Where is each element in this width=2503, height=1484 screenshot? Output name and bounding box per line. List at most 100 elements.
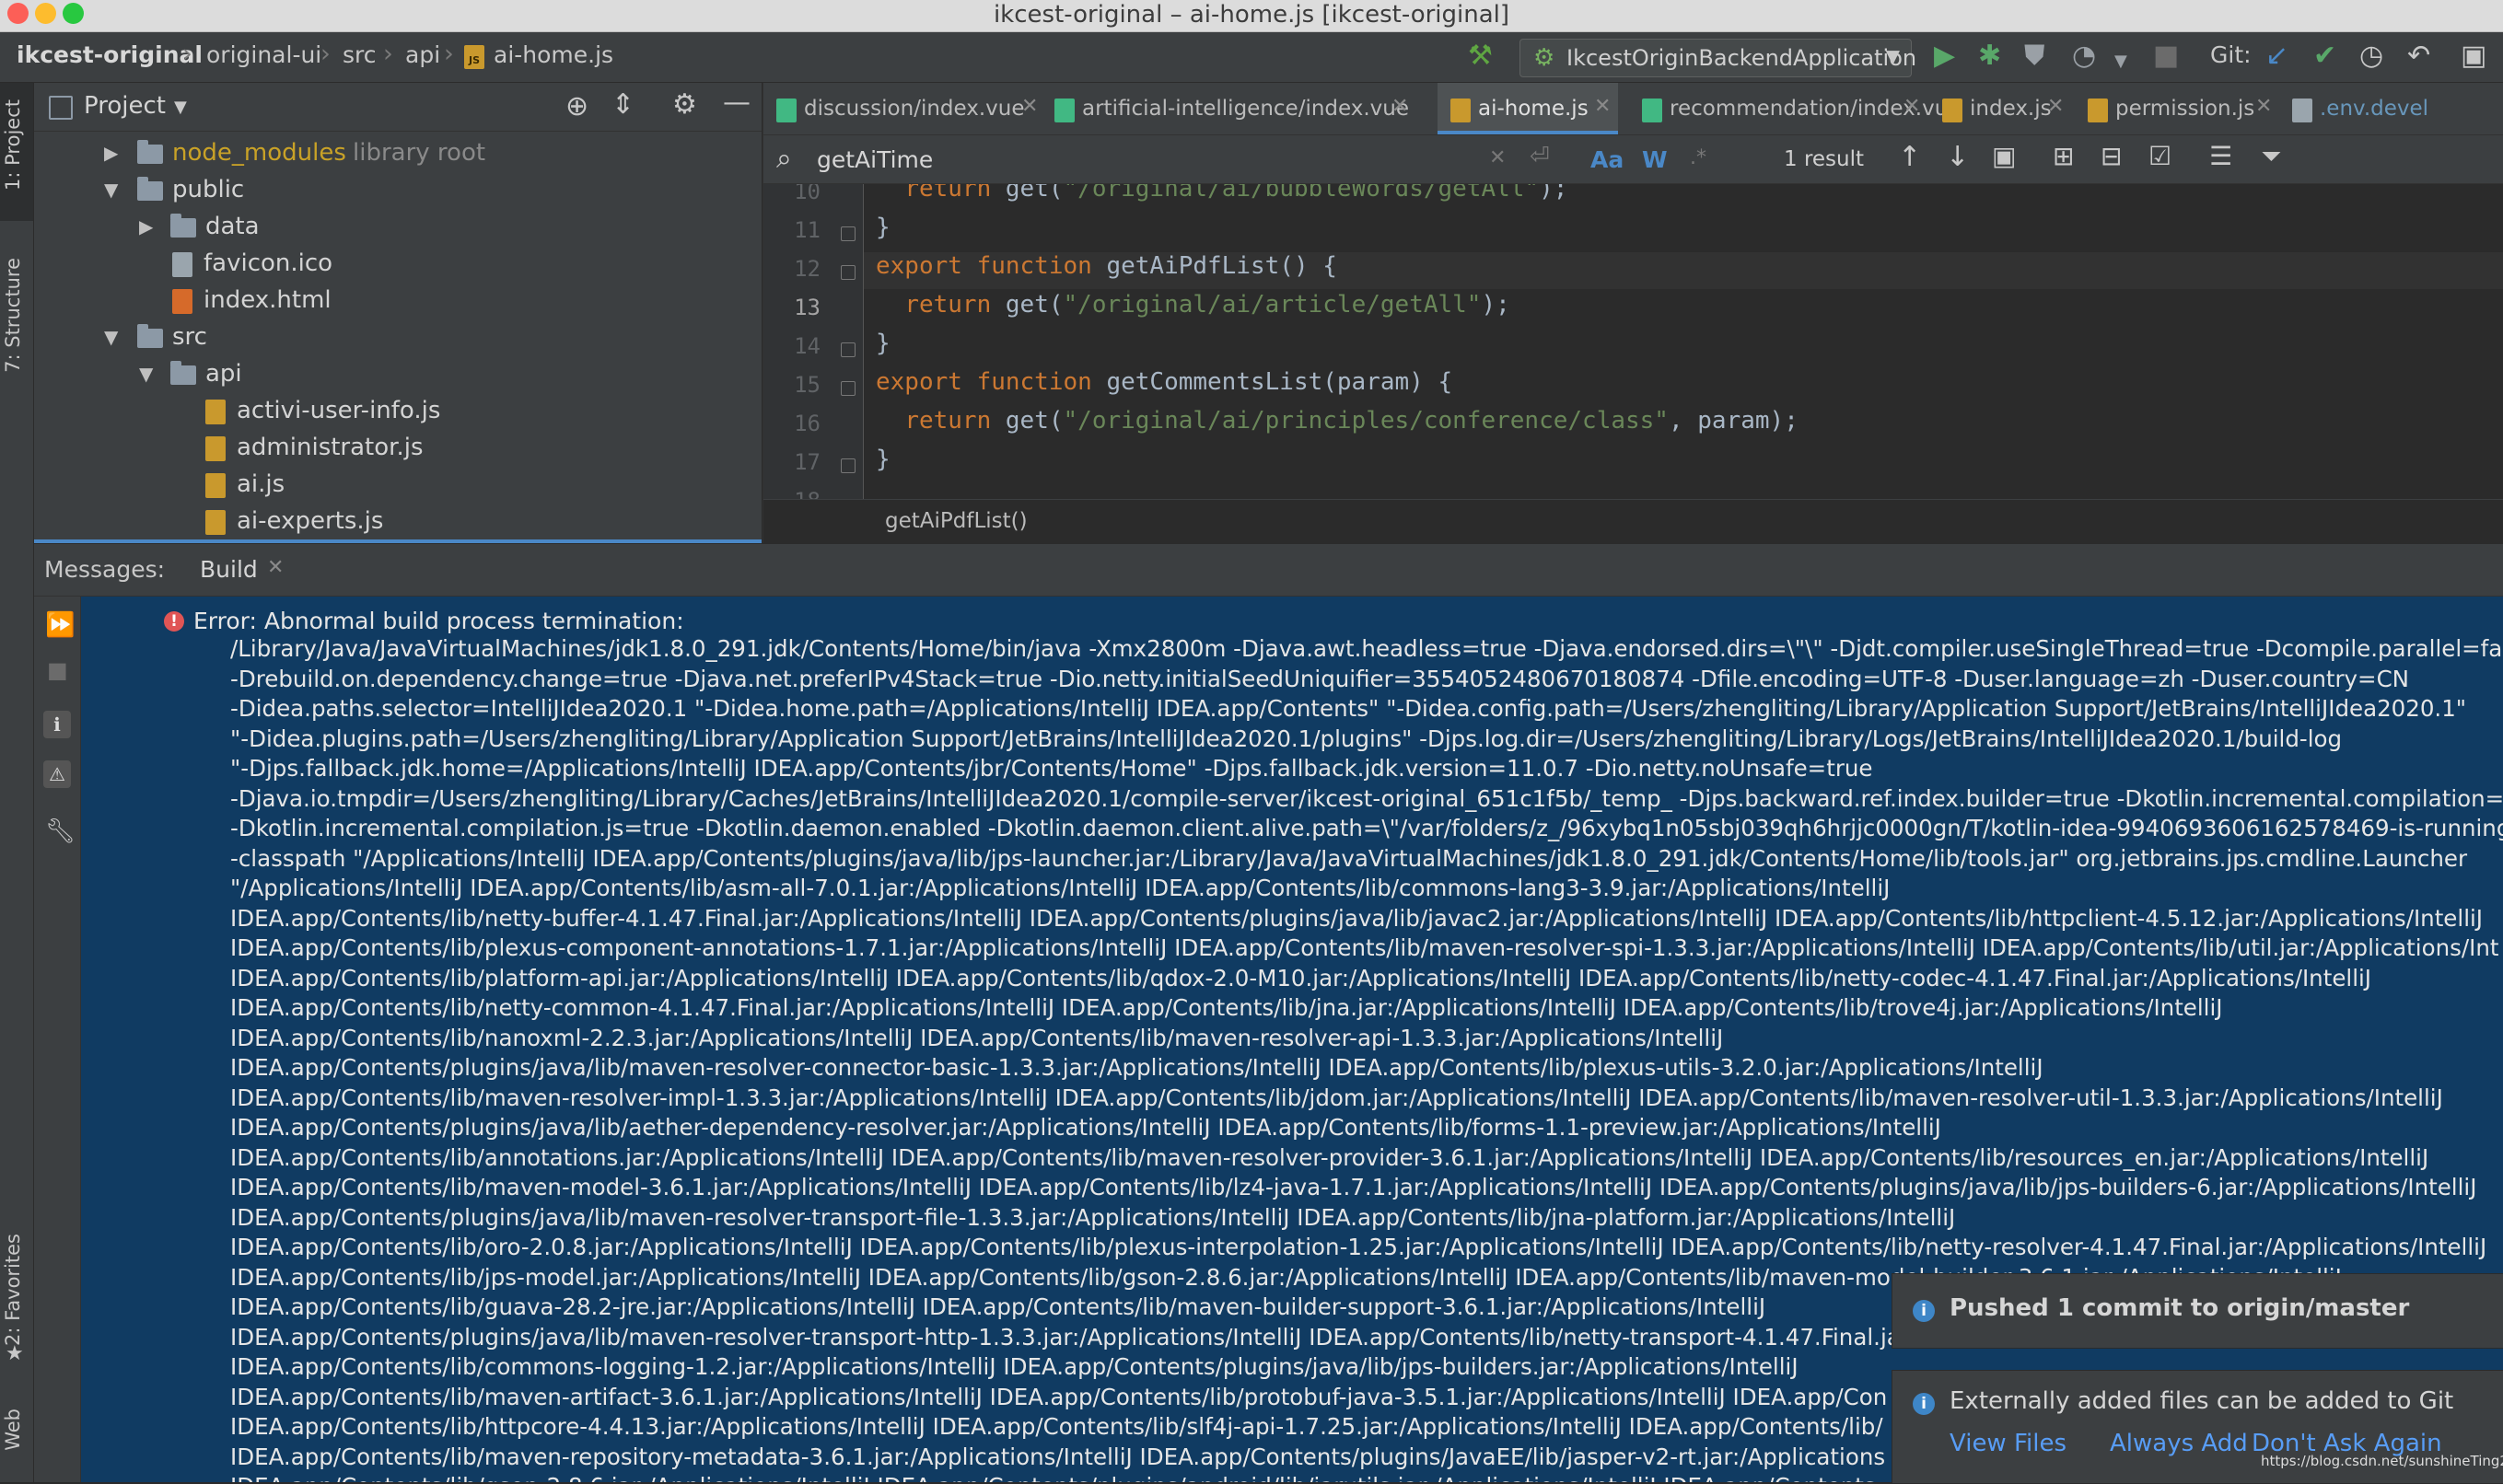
- close-icon[interactable]: ✕: [1903, 95, 1920, 118]
- wrench-icon[interactable]: 🔧︎: [45, 817, 76, 845]
- code-line: }: [876, 214, 891, 241]
- chevron-right-icon[interactable]: ▶: [104, 142, 118, 164]
- build-hammer-icon[interactable]: ⚒: [1468, 42, 1493, 70]
- always-add-link[interactable]: Always Add: [2110, 1430, 2248, 1457]
- close-icon[interactable]: ✕: [267, 556, 284, 579]
- fold-marker-icon[interactable]: [841, 226, 856, 241]
- project-tool-label[interactable]: 1: Project: [2, 99, 24, 191]
- git-commit-icon[interactable]: ✔: [2313, 42, 2336, 70]
- chevron-right-icon[interactable]: ▶: [139, 215, 153, 238]
- stop-icon[interactable]: ■: [47, 657, 68, 683]
- tree-item-src[interactable]: ▼ src: [34, 320, 762, 357]
- code-editor[interactable]: 101112131415161718 return get("/original…: [763, 184, 2503, 499]
- tree-item-ai-experts[interactable]: ai-experts.js: [34, 504, 762, 541]
- chevron-down-icon[interactable]: ▼: [139, 363, 153, 385]
- tab-artificial-intelligence-index-vue[interactable]: artificial-intelligence/index.vue ✕: [1042, 83, 1414, 134]
- regex-toggle[interactable]: .*: [1690, 146, 1706, 169]
- search-icon[interactable]: ⌕: [776, 143, 792, 175]
- project-structure-icon[interactable]: ▣: [2461, 42, 2486, 70]
- rerun-icon[interactable]: ⏩: [45, 611, 75, 639]
- close-icon[interactable]: ✕: [2255, 95, 2272, 118]
- tree-item-favicon[interactable]: favicon.ico: [34, 247, 762, 284]
- tree-item-administrator[interactable]: administrator.js: [34, 431, 762, 468]
- tab-env-devel[interactable]: .env.devel: [2279, 83, 2503, 134]
- close-icon[interactable]: ✕: [1021, 95, 1038, 118]
- chevron-down-icon[interactable]: ▼: [174, 98, 187, 117]
- log-line: IDEA.app/Contents/lib/platform-api.jar:/…: [230, 964, 2372, 991]
- tree-item-activi-user-info[interactable]: activi-user-info.js: [34, 394, 762, 431]
- collapse-all-icon[interactable]: ⇕: [611, 88, 634, 121]
- fold-marker-icon[interactable]: [841, 458, 856, 473]
- code-token: "/original/ai/bubbleWords/getAll": [1063, 184, 1540, 203]
- web-tool-label[interactable]: Web: [2, 1409, 24, 1451]
- tab-ai-home-js[interactable]: ai-home.js ✕: [1438, 83, 1618, 134]
- warning-filter-icon[interactable]: ⚠: [43, 760, 71, 788]
- new-line-icon[interactable]: ⏎: [1530, 143, 1550, 170]
- tree-item-label: index.html: [204, 286, 332, 314]
- stop-icon[interactable]: ■: [2153, 42, 2179, 70]
- view-files-link[interactable]: View Files: [1950, 1430, 2066, 1457]
- git-update-icon[interactable]: ↙: [2265, 42, 2288, 70]
- log-line: "/Applications/IntelliJ IDEA.app/Content…: [230, 875, 1891, 901]
- close-icon[interactable]: ✕: [1594, 95, 1611, 118]
- toggle-occurrences-icon[interactable]: ☑: [2148, 141, 2171, 171]
- close-icon[interactable]: ✕: [2047, 95, 2064, 118]
- locate-file-icon[interactable]: ⊕: [565, 90, 588, 122]
- filter-options-icon[interactable]: ☰: [2209, 141, 2232, 171]
- fold-marker-icon[interactable]: [841, 381, 856, 396]
- breadcrumb-project[interactable]: ikcest-original: [17, 41, 203, 68]
- breadcrumb-file[interactable]: ai-home.js: [494, 41, 613, 68]
- fold-marker-icon[interactable]: [841, 265, 856, 280]
- profile-icon[interactable]: ◔: [2072, 42, 2096, 70]
- breadcrumb-src[interactable]: src: [343, 41, 377, 68]
- debug-icon[interactable]: ✱: [1978, 42, 2001, 70]
- gear-icon[interactable]: ⚙: [672, 88, 697, 121]
- log-line: "-Didea.plugins.path=/Users/zhengliting/…: [230, 725, 2343, 752]
- tree-item-data[interactable]: ▶ data: [34, 210, 762, 247]
- tab-recommendation-index-vue[interactable]: recommendation/index.vue ✕: [1629, 83, 1961, 134]
- tab-permission-js[interactable]: permission.js ✕: [2075, 83, 2272, 134]
- favorites-tool-label[interactable]: 2: Favorites: [2, 1234, 24, 1346]
- run-icon[interactable]: ▶: [1934, 42, 1955, 70]
- add-occurrence-icon[interactable]: ⊞: [2053, 141, 2074, 171]
- project-view-title[interactable]: Project: [84, 92, 166, 120]
- select-all-occurrences-icon[interactable]: ▣: [1992, 141, 2016, 171]
- whole-words-toggle[interactable]: W: [1642, 146, 1668, 173]
- fold-marker-icon[interactable]: [841, 342, 856, 357]
- breadcrumb-original-ui[interactable]: original-ui: [206, 41, 321, 68]
- tree-item-node-modules[interactable]: ▶ node_modules library root: [34, 136, 762, 173]
- code-breadcrumb-function[interactable]: getAiPdfList(): [885, 509, 1028, 533]
- git-rollback-icon[interactable]: ↶: [2407, 42, 2430, 70]
- tree-item-ai[interactable]: ai.js: [34, 468, 762, 504]
- git-history-icon[interactable]: ◷: [2359, 42, 2383, 70]
- search-input[interactable]: getAiTime: [817, 146, 933, 173]
- hide-panel-icon[interactable]: —: [723, 87, 751, 119]
- next-occurrence-icon[interactable]: ↓: [1946, 141, 1969, 173]
- code-token: , param);: [1668, 407, 1799, 435]
- clear-search-icon[interactable]: ✕: [1489, 146, 1506, 169]
- breadcrumb-api[interactable]: api: [405, 41, 440, 68]
- match-case-toggle[interactable]: Aa: [1590, 146, 1624, 173]
- line-number: 15: [794, 372, 821, 398]
- close-icon[interactable]: ✕: [1391, 95, 1408, 118]
- tree-item-public[interactable]: ▼ public: [34, 173, 762, 210]
- remove-occurrence-icon[interactable]: ⊟: [2101, 141, 2122, 171]
- tab-index-js[interactable]: index.js ✕: [1929, 83, 2071, 134]
- coverage-icon[interactable]: ⛊: [2024, 42, 2045, 70]
- tree-item-api[interactable]: ▼ api: [34, 357, 762, 394]
- chevron-down-icon[interactable]: ▼: [104, 326, 118, 348]
- run-configuration-select[interactable]: ⚙ IkcestOriginBackendApplication ▼: [1519, 39, 1916, 77]
- chevron-down-icon[interactable]: ▼: [104, 179, 118, 201]
- filter-icon[interactable]: ⏷: [2261, 141, 2281, 172]
- tree-item-index-html[interactable]: index.html: [34, 284, 762, 320]
- star-icon[interactable]: ★: [6, 1342, 24, 1365]
- log-line: IDEA.app/Contents/lib/plexus-component-a…: [230, 934, 2499, 961]
- chevron-down-icon[interactable]: ▼: [2114, 48, 2127, 75]
- tab-discussion-index-vue[interactable]: discussion/index.vue ✕: [763, 83, 1042, 134]
- previous-occurrence-icon[interactable]: ↑: [1898, 141, 1921, 173]
- tab-build[interactable]: Build: [200, 556, 258, 583]
- build-log[interactable]: ! Error: Abnormal build process terminat…: [81, 597, 2503, 1482]
- structure-tool-label[interactable]: 7: Structure: [2, 258, 24, 373]
- notification-pushed-commit[interactable]: i Pushed 1 commit to origin/master: [1892, 1273, 2503, 1349]
- info-filter-icon[interactable]: ℹ: [43, 711, 71, 738]
